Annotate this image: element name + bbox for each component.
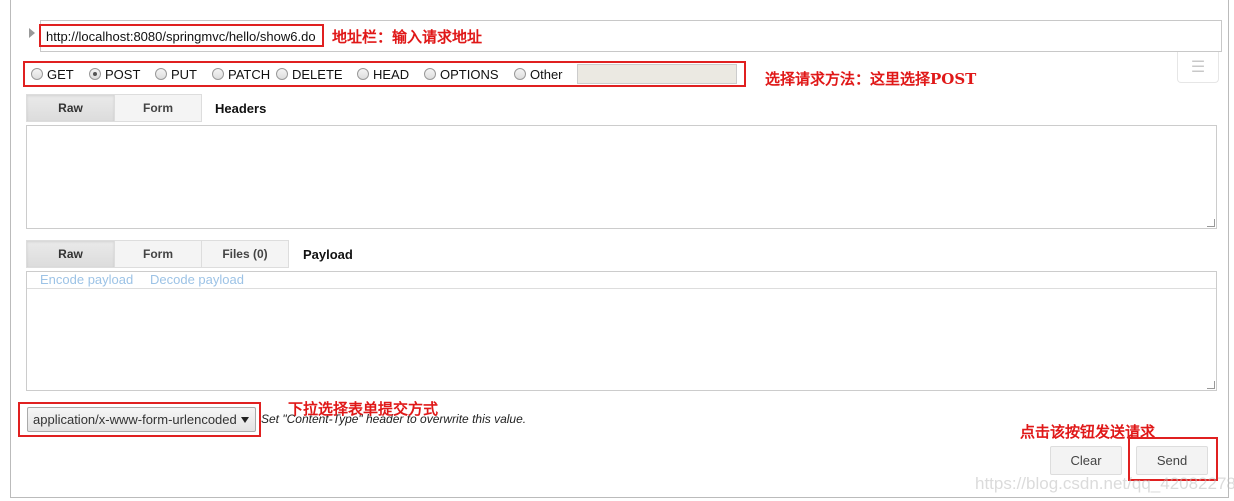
method-label: DELETE [292,66,343,82]
method-radio-post[interactable]: POST [89,66,140,82]
radio-circle-icon[interactable] [155,68,167,80]
payload-tab-raw[interactable]: Raw [26,240,115,268]
method-label: POST [105,66,141,82]
radio-circle-icon[interactable] [276,68,288,80]
dropdown-caret-icon [241,417,249,423]
method-radio-options[interactable]: OPTIONS [424,66,499,82]
method-radio-get[interactable]: GET [31,66,74,82]
headers-label: Headers [215,101,267,116]
radio-circle-icon[interactable] [357,68,369,80]
radio-circle-icon[interactable] [212,68,224,80]
method-label: Other [530,66,563,82]
method-radio-head[interactable]: HEAD [357,66,409,82]
method-radio-patch[interactable]: PATCH [212,66,270,82]
payload-tab-files[interactable]: Files (0) [201,240,289,268]
content-type-annotation: 下拉选择表单提交方式 [288,400,439,418]
content-type-value: application/x-www-form-urlencoded [33,412,237,427]
radio-circle-icon[interactable] [89,68,101,80]
payload-tab-form[interactable]: Form [114,240,202,268]
method-label: GET [47,66,74,82]
method-radio-delete[interactable]: DELETE [276,66,343,82]
method-radio-put[interactable]: PUT [155,66,197,82]
decode-payload-link[interactable]: Decode payload [150,272,244,287]
content-type-select[interactable]: application/x-www-form-urlencoded [27,407,256,432]
method-label: PATCH [228,66,271,82]
radio-circle-icon[interactable] [31,68,43,80]
headers-tab-raw[interactable]: Raw [26,94,115,122]
other-method-input[interactable] [577,64,737,84]
resize-grip-icon[interactable] [1207,381,1215,389]
url-highlight-box [39,24,324,47]
expand-arrow-icon[interactable] [29,28,35,38]
method-label: HEAD [373,66,410,82]
payload-toolbar-divider [27,288,1216,289]
method-radio-other[interactable]: Other [514,66,563,82]
encode-payload-link[interactable]: Encode payload [40,272,133,287]
method-label: PUT [171,66,197,82]
watermark: https://blog.csdn.net/qq_42082278 [975,474,1234,493]
headers-textarea[interactable] [26,125,1217,229]
method-label: OPTIONS [440,66,499,82]
clear-button[interactable]: Clear [1050,446,1122,475]
payload-label: Payload [303,247,353,262]
payload-textarea[interactable] [26,271,1217,391]
settings-button[interactable]: ☰ [1177,52,1219,83]
sliders-icon: ☰ [1190,59,1206,76]
url-annotation: 地址栏：输入请求地址 [332,28,483,46]
headers-tab-form[interactable]: Form [114,94,202,122]
radio-circle-icon[interactable] [514,68,526,80]
method-annotation: 选择请求方法：这里选择POST [765,70,977,88]
resize-grip-icon[interactable] [1207,219,1215,227]
radio-circle-icon[interactable] [424,68,436,80]
